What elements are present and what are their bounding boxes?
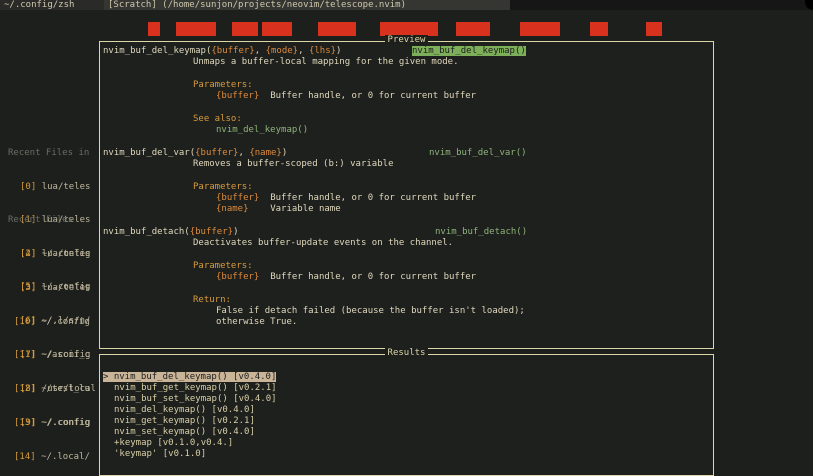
doc-tag[interactable]: nvim_buf_detach()	[435, 227, 527, 238]
doc-return-text: otherwise True.	[216, 317, 298, 327]
recent-header: Recent Files	[8, 215, 74, 225]
doc-description: Removes a buffer-scoped (b:) variable	[193, 159, 394, 169]
doc-tag[interactable]: nvim_buf_del_keymap()	[412, 46, 526, 57]
preview-window[interactable]: Preview nvim_buf_del_keymap({buffer}, {m…	[99, 35, 714, 349]
doc-signature: nvim_buf_del_var({buffer}, {name})	[103, 148, 288, 158]
banner-block	[520, 22, 560, 36]
doc-signature: nvim_buf_detach({buffer})	[103, 227, 239, 237]
results-title: Results	[100, 348, 713, 359]
result-item[interactable]: +keymap [v0.1.0,v0.4.]	[114, 438, 233, 449]
doc-link[interactable]: nvim_del_keymap()	[216, 125, 308, 136]
list-item[interactable]: [10] ~/.config	[14, 317, 90, 328]
banner-block	[380, 22, 438, 36]
doc-tag[interactable]: nvim_buf_del_var()	[429, 148, 527, 159]
doc-param: {buffer} Buffer handle, or 0 for current…	[216, 272, 477, 282]
result-item[interactable]: 'keymap' [v0.1.0]	[114, 449, 206, 460]
doc-section-heading: See also:	[193, 114, 242, 124]
banner-block	[232, 22, 258, 36]
result-item[interactable]: nvim_get_keymap() [v0.2.1]	[114, 416, 255, 427]
doc-description: Deactivates buffer-update events on the …	[193, 238, 454, 248]
doc-signature: nvim_buf_del_keymap({buffer}, {mode}, {l…	[103, 46, 342, 56]
preview-title: Preview	[100, 35, 713, 46]
list-item[interactable]: [4] ~/.config	[20, 249, 96, 260]
results-window[interactable]: Results > nvim_buf_del_keymap() [v0.4.0]…	[99, 348, 714, 476]
window-corner	[805, 0, 813, 10]
banner-block	[262, 22, 292, 36]
banner-block	[318, 22, 356, 36]
result-item[interactable]: nvim_buf_get_keymap() [v0.2.1]	[114, 383, 277, 394]
doc-description: Unmaps a buffer-local mapping for the gi…	[193, 57, 459, 67]
doc-param: {name} Variable name	[216, 204, 341, 214]
doc-section-heading: Parameters:	[193, 80, 253, 90]
tab-bar: ~/.config/zsh [Scratch] (/home/sunjon/pr…	[0, 0, 813, 10]
banner-block	[590, 22, 608, 36]
banner-block	[456, 22, 490, 36]
list-item[interactable]: [13] ~/.config	[14, 418, 90, 429]
result-item[interactable]: nvim_del_keymap() [v0.4.0]	[114, 405, 255, 416]
recent-in-header: Recent Files in	[8, 148, 90, 158]
doc-section-heading: Parameters:	[193, 261, 253, 271]
list-item[interactable]: [0] lua/teles	[20, 182, 90, 193]
doc-return-text: False if detach failed (because the buff…	[216, 306, 525, 316]
doc-param: {buffer} Buffer handle, or 0 for current…	[216, 193, 477, 203]
tab-scratch[interactable]: [Scratch] (/home/sunjon/projects/neovim/…	[104, 0, 510, 10]
result-item[interactable]: nvim_buf_set_keymap() [v0.4.0]	[114, 394, 277, 405]
result-item[interactable]: nvim_set_keymap() [v0.4.0]	[114, 427, 255, 438]
list-item[interactable]: [11] ~/ascii_c	[14, 350, 90, 361]
doc-param: {buffer} Buffer handle, or 0 for current…	[216, 91, 477, 101]
tab-zsh[interactable]: ~/.config/zsh	[0, 0, 108, 10]
doc-section-heading: Parameters:	[193, 182, 253, 192]
banner-block	[176, 22, 216, 36]
banner-block	[148, 22, 160, 36]
list-item[interactable]: [12] ~/test_lu	[14, 384, 90, 395]
banner-block	[646, 22, 662, 36]
list-item[interactable]: [14] ~/.local/	[14, 452, 90, 463]
list-item[interactable]: [5] ~/.config	[20, 282, 96, 293]
recent-list-2: [10] ~/.config [11] ~/ascii_c [12] ~/tes…	[14, 294, 90, 475]
result-selected[interactable]: > nvim_buf_del_keymap() [v0.4.0]	[103, 372, 277, 383]
doc-section-heading: Return:	[193, 295, 231, 305]
